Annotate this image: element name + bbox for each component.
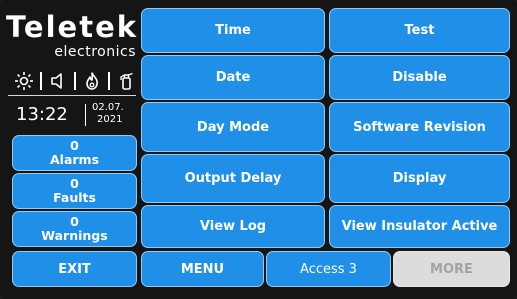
- flame-icon: [82, 71, 102, 91]
- warnings-counter-button[interactable]: 0 Warnings: [12, 211, 137, 247]
- clock-date-day-month: 02.07.: [92, 102, 124, 113]
- clock-date-year: 2021: [97, 114, 123, 125]
- status-separator: [108, 72, 110, 90]
- warnings-label: Warnings: [41, 228, 108, 243]
- menu-view-insulator-active-button[interactable]: View Insulator Active: [329, 205, 510, 248]
- sun-icon: [14, 71, 34, 91]
- menu-view-log-button[interactable]: View Log: [141, 205, 325, 248]
- logo-brand: Teletek: [6, 10, 139, 44]
- alarms-count: 0: [70, 138, 79, 153]
- status-separator: [40, 72, 42, 90]
- faults-count: 0: [70, 176, 79, 191]
- speaker-icon: [48, 71, 68, 91]
- alarms-label: Alarms: [49, 152, 100, 167]
- faults-counter-button[interactable]: 0 Faults: [12, 173, 137, 209]
- status-icons: [14, 70, 136, 92]
- menu-time-button[interactable]: Time: [141, 8, 325, 53]
- menu-test-button[interactable]: Test: [329, 8, 510, 53]
- access-level-button[interactable]: Access 3: [266, 251, 391, 287]
- menu-day-mode-button[interactable]: Day Mode: [141, 102, 325, 152]
- menu-disable-button[interactable]: Disable: [329, 55, 510, 100]
- teletek-logo: Teletek electronics: [6, 10, 136, 64]
- menu-output-delay-button[interactable]: Output Delay: [141, 154, 325, 203]
- menu-display-button[interactable]: Display: [329, 154, 510, 203]
- faults-label: Faults: [53, 190, 96, 205]
- warnings-count: 0: [70, 214, 79, 229]
- panel-screen: Teletek electronics 13:22 02.07. 2021 0 …: [0, 0, 517, 299]
- clock-time: 13:22: [16, 104, 68, 125]
- clock-display: 13:22 02.07. 2021: [10, 101, 136, 131]
- menu-button[interactable]: MENU: [141, 251, 264, 287]
- logo-subtitle: electronics: [54, 44, 136, 60]
- fire-extinguisher-icon: [116, 71, 136, 91]
- alarms-counter-button[interactable]: 0 Alarms: [12, 135, 137, 171]
- exit-button[interactable]: EXIT: [12, 251, 137, 287]
- more-button[interactable]: MORE: [393, 251, 510, 287]
- divider-line: [8, 95, 136, 96]
- menu-software-revision-button[interactable]: Software Revision: [329, 102, 510, 152]
- clock-divider: [85, 104, 86, 126]
- menu-date-button[interactable]: Date: [141, 55, 325, 100]
- status-separator: [74, 72, 76, 90]
